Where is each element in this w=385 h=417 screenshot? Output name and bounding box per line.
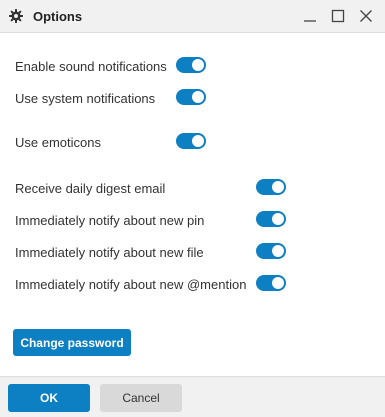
notify-file-toggle[interactable] xyxy=(256,243,286,259)
setting-label: Receive daily digest email xyxy=(15,181,166,196)
setting-notify-mention: Immediately notify about new @mention xyxy=(15,274,290,294)
setting-label: Immediately notify about new pin xyxy=(15,213,205,228)
setting-label: Use system notifications xyxy=(15,91,156,106)
toggle-knob xyxy=(192,91,204,103)
toggle-knob xyxy=(192,59,204,71)
daily-digest-toggle[interactable] xyxy=(256,179,286,195)
change-password-button[interactable]: Change password xyxy=(13,329,131,356)
window-title: Options xyxy=(33,9,83,24)
ok-button[interactable]: OK xyxy=(8,384,90,412)
minimize-icon[interactable] xyxy=(301,7,319,25)
notify-mention-toggle[interactable] xyxy=(256,275,286,291)
toggle-knob xyxy=(272,245,284,257)
dialog-footer: OK Cancel xyxy=(0,376,385,417)
close-icon[interactable] xyxy=(357,7,375,25)
setting-label: Immediately notify about new @mention xyxy=(15,277,247,292)
gear-icon xyxy=(8,8,24,24)
setting-system-notifications: Use system notifications xyxy=(15,88,210,108)
system-notifications-toggle[interactable] xyxy=(176,89,206,105)
cancel-button[interactable]: Cancel xyxy=(100,384,182,412)
title-bar: Options xyxy=(0,0,385,33)
toggle-knob xyxy=(272,181,284,193)
setting-notify-file: Immediately notify about new file xyxy=(15,242,290,262)
notify-pin-toggle[interactable] xyxy=(256,211,286,227)
toggle-knob xyxy=(272,213,284,225)
maximize-icon[interactable] xyxy=(329,7,347,25)
toggle-knob xyxy=(272,277,284,289)
sound-notifications-toggle[interactable] xyxy=(176,57,206,73)
emoticons-toggle[interactable] xyxy=(176,133,206,149)
setting-notify-pin: Immediately notify about new pin xyxy=(15,210,290,230)
setting-label: Immediately notify about new file xyxy=(15,245,204,260)
setting-sound-notifications: Enable sound notifications xyxy=(15,56,210,76)
setting-daily-digest: Receive daily digest email xyxy=(15,178,290,198)
setting-label: Enable sound notifications xyxy=(15,59,167,74)
setting-emoticons: Use emoticons xyxy=(15,132,210,152)
setting-label: Use emoticons xyxy=(15,135,101,150)
toggle-knob xyxy=(192,135,204,147)
